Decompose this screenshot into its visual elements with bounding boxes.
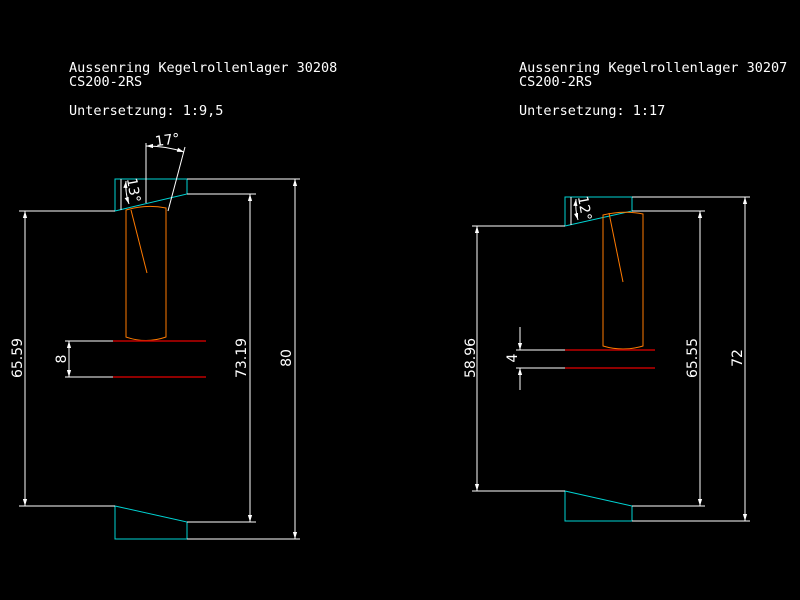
left-title-line2: CS200-2RS [69,74,142,90]
left-roller-axis-line [130,209,148,274]
left-dim-text-outer: 80 [279,349,295,367]
left-ratio-label: Untersetzung: 1:9,5 [69,103,223,119]
right-dim-text-outer: 72 [730,349,746,367]
right-dim-text-gap: 4 [505,353,521,362]
right-dim-text-mid: 65.55 [685,338,701,378]
right-roller-axis-line [608,212,624,283]
left-bearing-drawing: Aussenring Kegelrollenlager 30208 CS200-… [10,60,337,540]
left-outer-ring-bottom [114,505,188,540]
right-bearing-drawing: Aussenring Kegelrollenlager 30207 CS200-… [463,60,787,522]
left-dim-text-gap: 8 [54,355,70,364]
right-title-line2: CS200-2RS [519,74,592,90]
left-dim-text-mid: 73.19 [234,338,250,378]
right-ratio-label: Untersetzung: 1:17 [519,103,665,119]
right-dim-text-inner: 58.96 [463,338,479,378]
left-dim-text-inner: 65.59 [10,338,26,378]
left-angle17-text: 17° [154,131,181,150]
left-roller [125,205,167,341]
cad-drawing-canvas: Aussenring Kegelrollenlager 30208 CS200-… [10,60,787,540]
left-angle13-text: 13° [123,177,143,204]
right-outer-ring-bottom [564,490,633,522]
